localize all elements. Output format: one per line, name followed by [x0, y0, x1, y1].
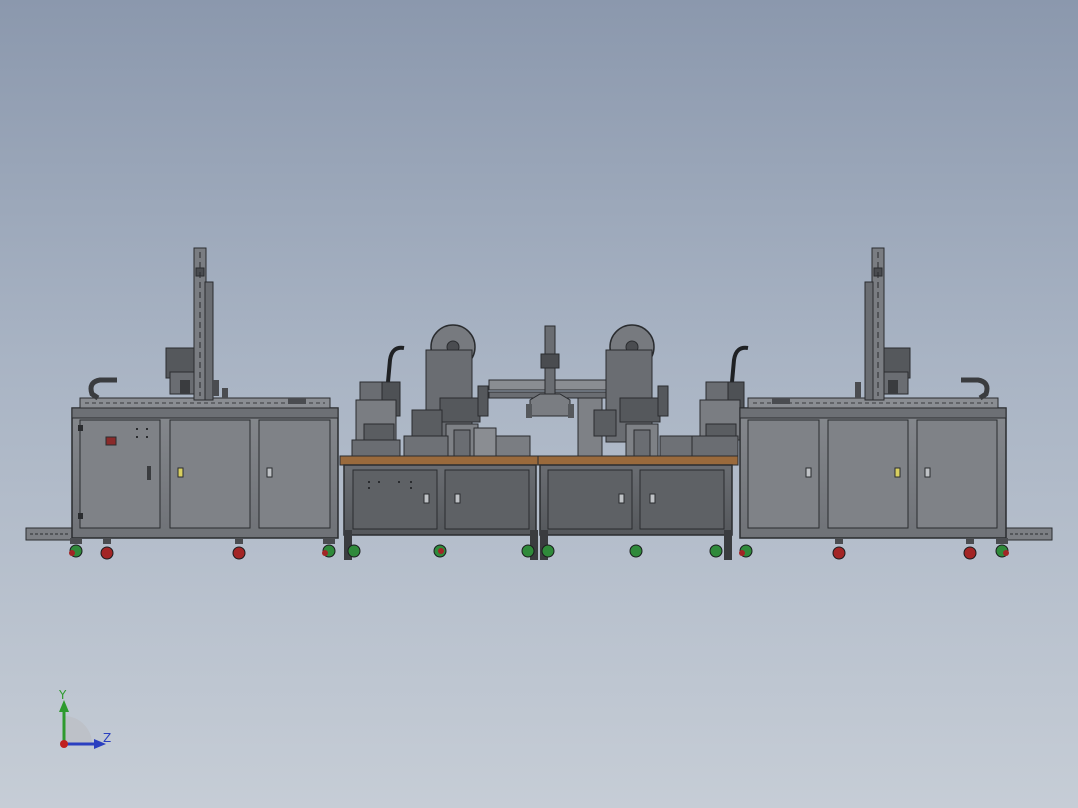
casters-center-right	[541, 544, 723, 558]
right-cabinet-unit[interactable]	[739, 247, 1053, 560]
door-lock	[266, 467, 273, 478]
casters-right-unit	[739, 538, 1009, 560]
emergency-stop-indicator	[105, 436, 117, 446]
center-workbench-left[interactable]	[339, 324, 539, 560]
axis-z-label: Z	[103, 731, 112, 745]
casters-center-left	[347, 544, 535, 558]
door-lock	[177, 467, 184, 478]
casters-left-unit	[69, 538, 336, 560]
left-cabinet-unit[interactable]	[25, 247, 339, 560]
assembly-model[interactable]	[0, 0, 1078, 808]
axis-y-label: Y	[59, 688, 67, 702]
center-workbench-right[interactable]	[537, 324, 749, 560]
cad-viewport[interactable]: Y Z	[0, 0, 1078, 808]
door-handle	[147, 466, 151, 480]
